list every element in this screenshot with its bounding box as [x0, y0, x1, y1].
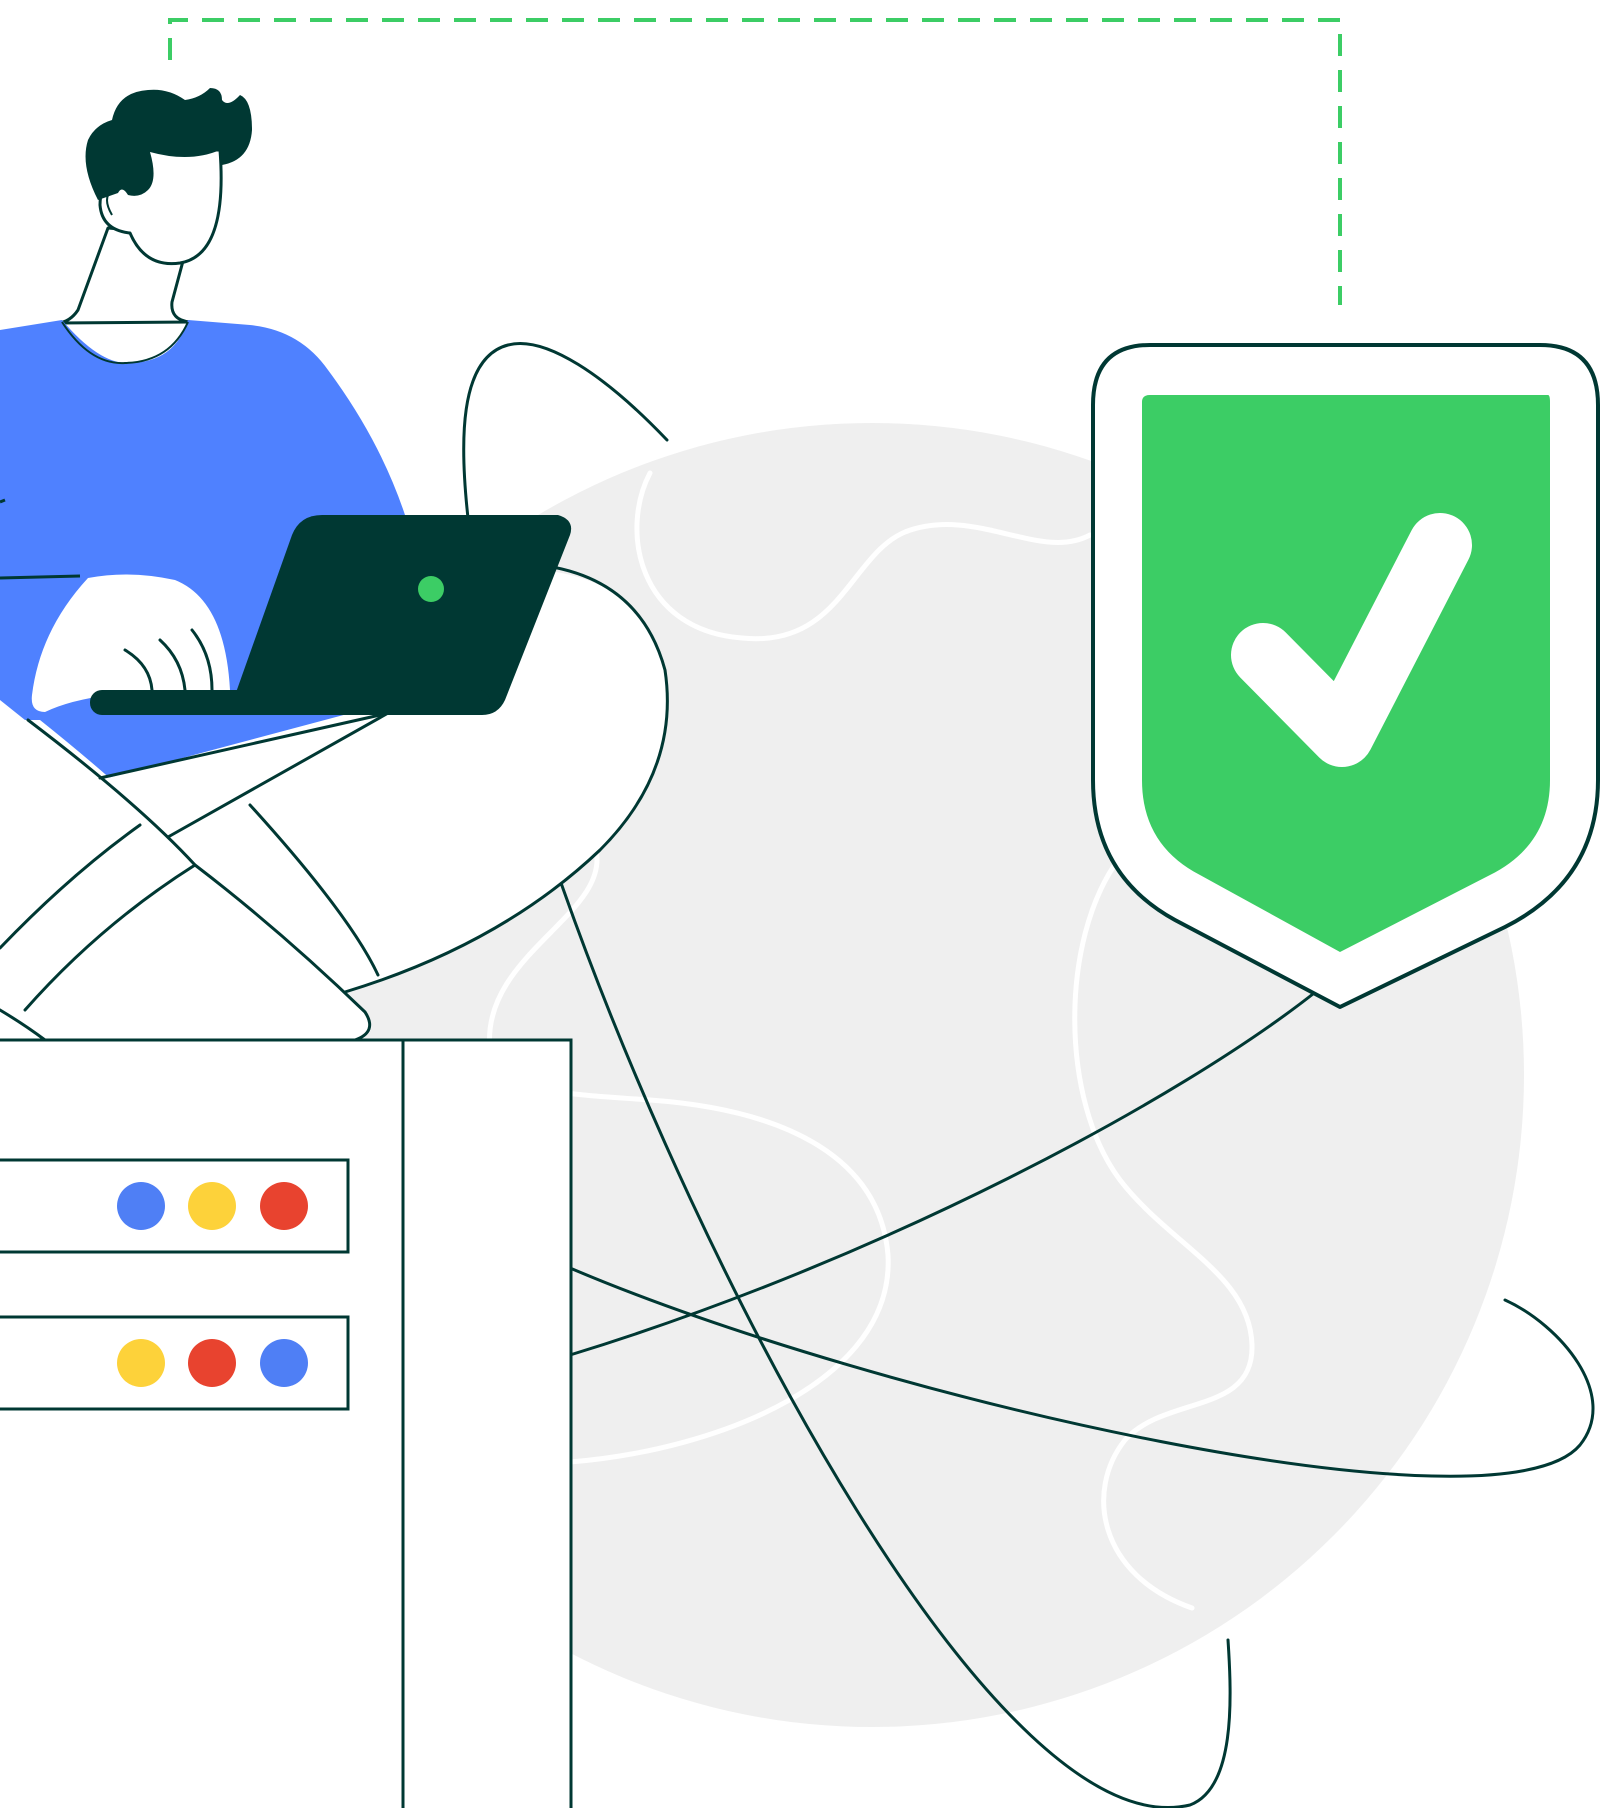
- person-arm-line-1: [0, 498, 6, 504]
- server-slot-1-indicator-dot-1: [117, 1182, 165, 1230]
- server-slot-2-indicator-dot-3: [260, 1339, 308, 1387]
- server-slot-1-indicator-dot-2: [188, 1182, 236, 1230]
- server-slot-2-indicator-dot-2: [188, 1339, 236, 1387]
- laptop-logo-dot: [418, 576, 444, 602]
- person-arm-line-2: [0, 574, 81, 580]
- shield-check-icon: [1091, 343, 1600, 1009]
- security-illustration: [0, 0, 1602, 1808]
- server-body: [0, 1038, 573, 1808]
- server-slot-1-indicator-dot-3: [260, 1182, 308, 1230]
- server-slot-2-indicator-dot-1: [117, 1339, 165, 1387]
- server-rack-icon: [0, 1038, 573, 1808]
- laptop-base: [90, 690, 490, 715]
